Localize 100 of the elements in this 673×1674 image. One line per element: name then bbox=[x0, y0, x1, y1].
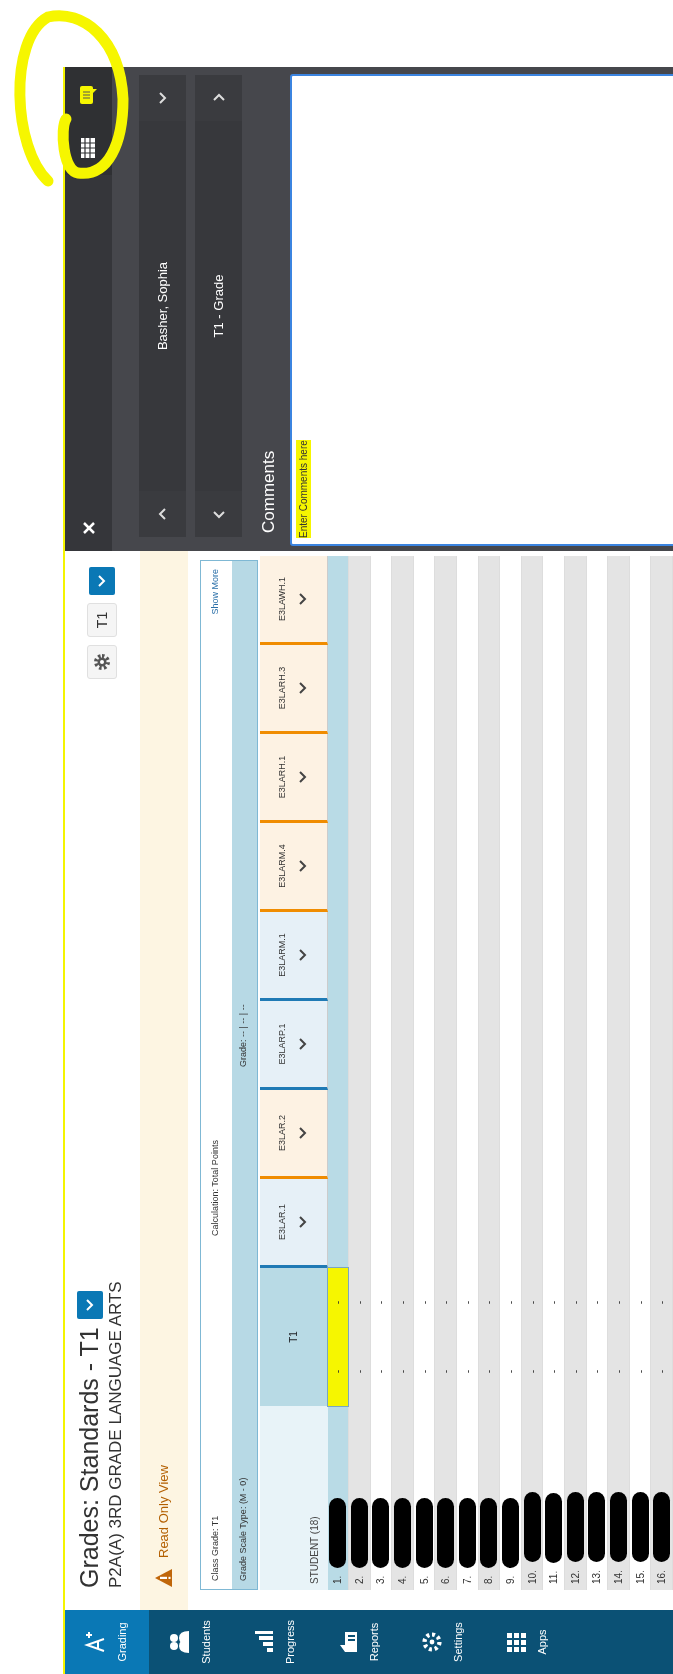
grade-value: - bbox=[590, 1369, 604, 1374]
standard-column-header[interactable]: E3LARP.1 bbox=[259, 1001, 328, 1090]
table-row[interactable]: 5. - - bbox=[413, 556, 436, 1590]
grade-value: - bbox=[655, 1369, 669, 1374]
grade-value: - bbox=[439, 1300, 453, 1305]
grade-value: - bbox=[568, 1300, 582, 1305]
row-number: 11. bbox=[547, 1570, 561, 1584]
title-dropdown-button[interactable] bbox=[76, 1291, 103, 1320]
table-row[interactable]: 3. - - bbox=[370, 556, 393, 1590]
grade-value: - bbox=[633, 1300, 647, 1305]
row-number: 2. bbox=[352, 1575, 366, 1584]
grade-value: - bbox=[417, 1300, 431, 1305]
page-title: Grades: Standards - T1 bbox=[75, 1327, 104, 1588]
table-row[interactable]: 7. - - bbox=[457, 556, 479, 1590]
standard-column-header[interactable]: E3LARH.3 bbox=[259, 645, 328, 734]
grade-value: - bbox=[547, 1369, 561, 1374]
table-row[interactable]: 1. - - bbox=[327, 556, 350, 1590]
grade-summary: Grade: -- | -- | -- bbox=[237, 1004, 250, 1067]
grade-value: - bbox=[655, 1300, 669, 1305]
row-number: 16. bbox=[655, 1570, 669, 1584]
grade-value: - bbox=[612, 1369, 625, 1374]
grade-value: - bbox=[460, 1369, 474, 1374]
grade-value: - bbox=[417, 1369, 431, 1374]
table-row[interactable]: 13. - - bbox=[586, 556, 609, 1590]
nav-item[interactable]: Grading bbox=[65, 1610, 149, 1674]
row-number: 12. bbox=[568, 1570, 582, 1584]
warning-icon bbox=[154, 1568, 173, 1588]
grade-value: - bbox=[352, 1369, 366, 1374]
grade-value: - bbox=[590, 1300, 604, 1305]
nav-item[interactable]: Progress bbox=[233, 1610, 317, 1674]
grade-value: - bbox=[525, 1369, 539, 1374]
row-number: 9. bbox=[504, 1575, 518, 1584]
view-name: T1 - Grade bbox=[209, 273, 227, 340]
term-select[interactable]: T1 bbox=[87, 603, 118, 637]
table-row[interactable]: 6. - - bbox=[435, 556, 458, 1590]
row-number: 5. bbox=[417, 1575, 431, 1584]
grade-value: - bbox=[374, 1369, 388, 1374]
grade-scale-label: Grade Scale Type: (M - 0) bbox=[237, 1476, 250, 1581]
grade-value: - bbox=[482, 1300, 496, 1305]
close-button[interactable] bbox=[81, 521, 96, 535]
show-more-link[interactable]: Show More bbox=[209, 569, 223, 615]
grade-value: - bbox=[331, 1369, 345, 1374]
column-header: STUDENT (18) bbox=[259, 1406, 328, 1590]
table-row[interactable]: 15. - - bbox=[629, 556, 652, 1590]
grade-value: - bbox=[633, 1369, 647, 1374]
grade-value: - bbox=[352, 1300, 366, 1305]
grade-value: - bbox=[396, 1300, 410, 1305]
standard-column-header[interactable]: E3LARM.1 bbox=[259, 912, 328, 1001]
row-number: 3. bbox=[374, 1575, 388, 1584]
settings-icon bbox=[419, 1630, 444, 1654]
table-row[interactable]: 9. - - bbox=[500, 556, 522, 1590]
read-only-label: Read Only View bbox=[154, 1465, 172, 1558]
standard-column-header[interactable]: E3LAR.1 bbox=[259, 1179, 328, 1268]
row-number: 4. bbox=[396, 1575, 410, 1584]
table-row[interactable]: 4. - - bbox=[392, 556, 414, 1590]
comment-icon bbox=[79, 83, 98, 105]
settings-icon bbox=[92, 652, 113, 672]
table-row[interactable]: 10. - - bbox=[521, 556, 544, 1590]
table-row[interactable]: 16. - - bbox=[651, 556, 673, 1590]
row-number: 14. bbox=[612, 1570, 625, 1584]
standard-column-header[interactable]: E3LAR.2 bbox=[259, 1090, 328, 1179]
table-row[interactable]: 8. - - bbox=[478, 556, 501, 1590]
row-number: 7. bbox=[460, 1575, 474, 1584]
grade-value: - bbox=[504, 1300, 518, 1305]
row-number: 10. bbox=[525, 1570, 539, 1584]
standard-column-header[interactable]: E3LARH.1 bbox=[259, 734, 328, 823]
standard-column-header[interactable]: E3LARM.4 bbox=[259, 823, 328, 912]
table-row[interactable]: 2. - - bbox=[349, 556, 371, 1590]
row-number: 13. bbox=[590, 1570, 604, 1584]
table-row[interactable]: 14. - - bbox=[608, 556, 630, 1590]
grade-value: - bbox=[460, 1300, 474, 1305]
grade-value: - bbox=[482, 1369, 496, 1374]
grade-value: - bbox=[396, 1369, 410, 1374]
standard-column-header[interactable]: E3LAWH.1 bbox=[259, 556, 328, 645]
people-icon bbox=[167, 1630, 192, 1654]
grade-value: - bbox=[374, 1300, 388, 1305]
nav-item[interactable]: Settings bbox=[401, 1610, 485, 1674]
row-number: 8. bbox=[482, 1575, 496, 1584]
calculation-label: Calculation: Total Points bbox=[209, 1140, 222, 1236]
table-row[interactable]: 12. - - bbox=[565, 556, 587, 1590]
column-header: T1 bbox=[259, 1268, 328, 1406]
comments-label: Comments bbox=[258, 449, 279, 533]
grade-value: - bbox=[612, 1300, 625, 1305]
row-number: 15. bbox=[633, 1570, 647, 1584]
term-dropdown-button[interactable] bbox=[89, 567, 116, 595]
settings-button[interactable] bbox=[87, 645, 118, 679]
grade-value: - bbox=[547, 1300, 561, 1305]
nav-item[interactable]: Reports bbox=[317, 1610, 401, 1674]
row-number: 1. bbox=[331, 1575, 345, 1584]
row-number: 6. bbox=[439, 1575, 453, 1584]
grade-value: - bbox=[439, 1369, 453, 1374]
nav-item[interactable]: Students bbox=[149, 1610, 233, 1674]
comments-field[interactable]: Enter Comments here bbox=[289, 74, 673, 546]
table-icon bbox=[79, 137, 98, 159]
close-icon bbox=[81, 521, 96, 535]
course-name: P2A(A) 3RD GRADE LANGUAGE ARTS bbox=[105, 1281, 127, 1588]
grade-value: - bbox=[568, 1369, 582, 1374]
nav-item[interactable]: Apps bbox=[485, 1610, 569, 1674]
table-row[interactable]: 11. - - bbox=[543, 556, 566, 1590]
grade-value: - bbox=[525, 1300, 539, 1305]
